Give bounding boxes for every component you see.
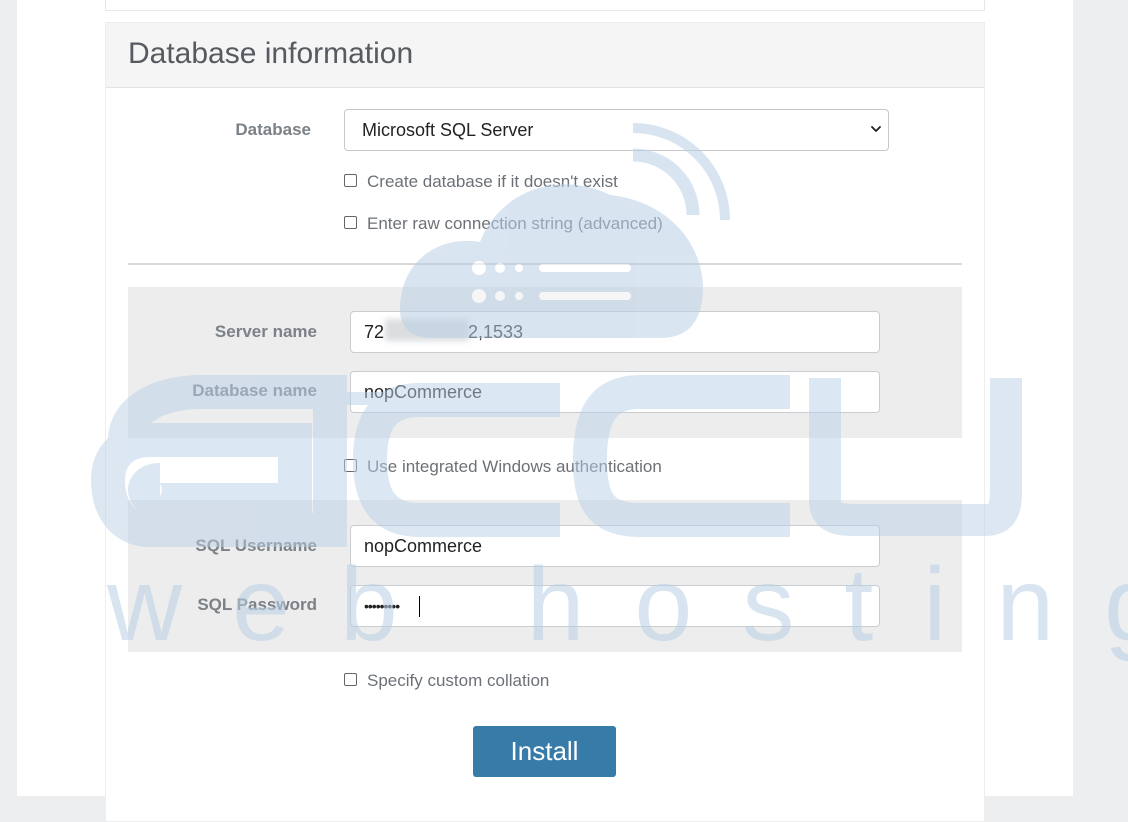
sql-username-input[interactable]: nopCommerce <box>350 525 880 567</box>
sql-password-input[interactable]: ••••••••• <box>350 585 880 627</box>
server-name-value-end: 2,1533 <box>468 322 524 342</box>
server-panel <box>128 287 962 438</box>
server-name-value-start: 72 <box>364 322 385 342</box>
database-select[interactable]: Microsoft SQL Server <box>344 109 889 151</box>
raw-connection-checkbox[interactable] <box>344 216 357 229</box>
database-name-label: Database name <box>192 381 317 400</box>
sql-password-label: SQL Password <box>197 595 317 614</box>
page-title: Database information <box>128 37 414 70</box>
server-name-label: Server name <box>214 322 317 341</box>
sql-username-value: nopCommerce <box>364 536 483 556</box>
sql-username-label: SQL Username <box>195 536 317 555</box>
text-caret <box>419 596 420 617</box>
database-name-value: nopCommerce <box>364 382 483 402</box>
install-button[interactable]: Install <box>473 726 616 777</box>
create-database-checkbox[interactable] <box>344 174 357 187</box>
card-header: Database information <box>106 23 984 88</box>
previous-section-card <box>105 0 985 11</box>
integrated-auth-checkbox[interactable] <box>344 459 357 472</box>
chevron-down-icon <box>871 126 881 132</box>
divider <box>128 263 962 265</box>
custom-collation-label: Specify custom collation <box>367 671 550 690</box>
custom-collation-checkbox[interactable] <box>344 673 357 686</box>
database-label: Database <box>235 120 311 139</box>
database-name-input[interactable]: nopCommerce <box>350 371 880 413</box>
sql-password-value: ••••••••• <box>364 598 400 614</box>
database-select-value: Microsoft SQL Server <box>362 120 534 140</box>
server-name-input[interactable]: 72 2,1533 <box>350 311 880 353</box>
credentials-panel <box>128 500 962 652</box>
integrated-auth-label: Use integrated Windows authentication <box>367 457 662 476</box>
redacted-blur <box>385 319 469 341</box>
create-database-label: Create database if it doesn't exist <box>367 172 618 191</box>
raw-connection-label: Enter raw connection string (advanced) <box>367 214 663 233</box>
